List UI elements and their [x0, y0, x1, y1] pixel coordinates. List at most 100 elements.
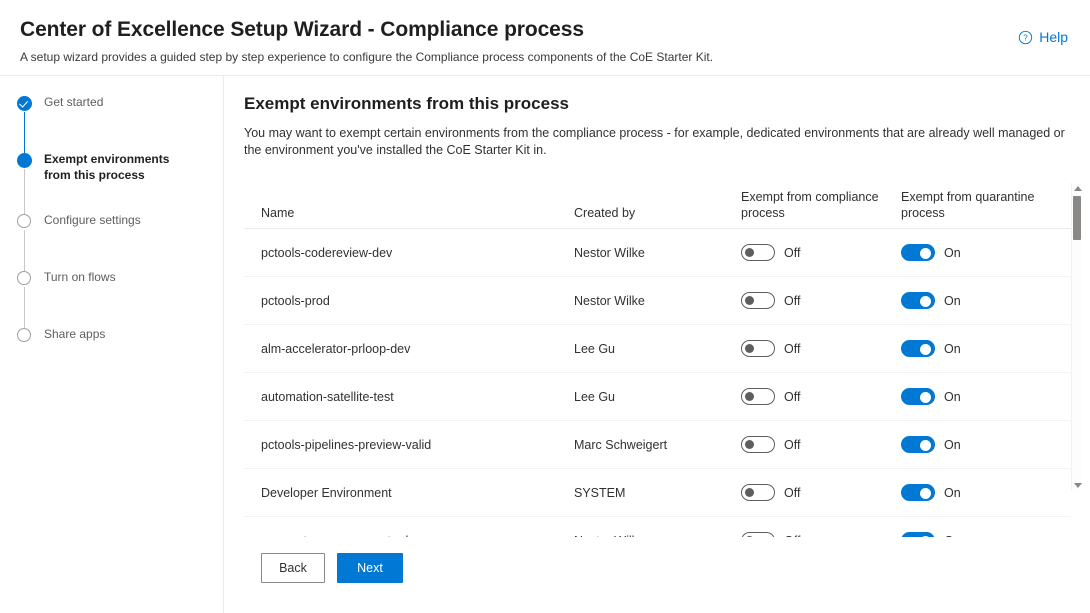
exempt-compliance-cell: Off: [741, 292, 901, 309]
stepper-item-share-apps[interactable]: Share apps: [0, 326, 223, 383]
table-body: pctools-codereview-dev Nestor Wilke Off On p…: [244, 229, 1071, 537]
toggle-knob: [745, 536, 754, 537]
toggle-switch-on[interactable]: [901, 340, 935, 357]
toggle-switch-off[interactable]: [741, 244, 775, 261]
stepper-item-configure-settings[interactable]: Configure settings: [0, 212, 223, 271]
step-marker-pending: [16, 270, 32, 286]
exempt-compliance-toggle[interactable]: Off: [741, 436, 901, 453]
step-marker-current: [16, 152, 32, 168]
column-header-exempt-quarantine: Exempt from quarantine process: [901, 190, 1035, 220]
stepper-item-exempt-environments[interactable]: Exempt environments from this process: [0, 151, 223, 214]
toggle-knob: [920, 343, 931, 355]
toggle-switch-off[interactable]: [741, 388, 775, 405]
back-button[interactable]: Back: [261, 553, 325, 583]
toggle-knob: [745, 392, 754, 401]
filled-circle-icon: [17, 153, 32, 168]
toggle-knob: [745, 488, 754, 497]
cell-created-by: Nestor Wilke: [574, 245, 645, 260]
exempt-compliance-cell: Off: [741, 340, 901, 357]
toggle-knob: [745, 296, 754, 305]
toggle-knob: [920, 391, 931, 403]
exempt-compliance-toggle[interactable]: Off: [741, 484, 901, 501]
cell-created-by: Lee Gu: [574, 389, 616, 404]
question-circle-icon: ?: [1018, 30, 1033, 45]
exempt-quarantine-toggle[interactable]: On: [901, 388, 1061, 405]
page-title: Center of Excellence Setup Wizard - Comp…: [20, 18, 584, 41]
toggle-switch-on[interactable]: [901, 292, 935, 309]
exempt-quarantine-state-label: On: [944, 341, 961, 356]
scrollbar-thumb[interactable]: [1073, 196, 1081, 240]
empty-circle-icon: [17, 214, 31, 228]
table-scrollbar[interactable]: [1071, 183, 1082, 491]
cell-created-by: Nestor Wilke: [574, 293, 645, 308]
table-row[interactable]: pctools-pipelines-preview-valid Marc Schw…: [244, 421, 1071, 469]
exempt-compliance-state-label: Off: [784, 341, 801, 356]
scroll-down-arrow-icon[interactable]: [1072, 480, 1083, 491]
exempt-quarantine-state-label: On: [944, 437, 961, 452]
exempt-quarantine-toggle[interactable]: On: [901, 436, 1061, 453]
table-row[interactable]: Developer Environment SYSTEM Off On: [244, 469, 1071, 517]
exempt-compliance-toggle[interactable]: Off: [741, 532, 901, 537]
help-link[interactable]: ? Help: [1018, 29, 1068, 45]
toggle-switch-on[interactable]: [901, 244, 935, 261]
exempt-compliance-toggle[interactable]: Off: [741, 244, 901, 261]
empty-circle-icon: [17, 328, 31, 342]
exempt-quarantine-state-label: On: [944, 534, 961, 538]
exempt-compliance-cell: Off: [741, 388, 901, 405]
exempt-quarantine-cell: On: [901, 292, 1061, 309]
stepper-item-label: Exempt environments from this process: [44, 152, 170, 182]
toggle-knob: [745, 344, 754, 353]
exempt-quarantine-toggle[interactable]: On: [901, 292, 1061, 309]
exempt-quarantine-state-label: On: [944, 293, 961, 308]
toggle-switch-off[interactable]: [741, 436, 775, 453]
main-content: Exempt environments from this process Yo…: [224, 76, 1090, 613]
stepper-item-get-started[interactable]: Get started: [0, 94, 223, 153]
empty-circle-icon: [17, 271, 31, 285]
stepper-item-label: Turn on flows: [44, 270, 116, 284]
exempt-quarantine-toggle[interactable]: On: [901, 484, 1061, 501]
cell-environment-name: pctools-codereview-dev: [261, 245, 393, 260]
table-row[interactable]: pctools-codereview-dev Nestor Wilke Off On: [244, 229, 1071, 277]
toggle-switch-off[interactable]: [741, 340, 775, 357]
toggle-switch-on[interactable]: [901, 388, 935, 405]
scroll-up-arrow-icon[interactable]: [1072, 183, 1083, 194]
exempt-compliance-toggle[interactable]: Off: [741, 388, 901, 405]
exempt-quarantine-cell: On: [901, 436, 1061, 453]
toggle-switch-off[interactable]: [741, 484, 775, 501]
toggle-switch-off[interactable]: [741, 532, 775, 537]
exempt-quarantine-toggle[interactable]: On: [901, 244, 1061, 261]
exempt-quarantine-state-label: On: [944, 389, 961, 404]
toggle-switch-on[interactable]: [901, 436, 935, 453]
table-row[interactable]: automation-satellite-test Lee Gu Off On: [244, 373, 1071, 421]
exempt-quarantine-cell: On: [901, 532, 1061, 537]
exempt-quarantine-toggle[interactable]: On: [901, 340, 1061, 357]
exempt-compliance-toggle[interactable]: Off: [741, 340, 901, 357]
toggle-switch-off[interactable]: [741, 292, 775, 309]
exempt-quarantine-toggle[interactable]: On: [901, 532, 1061, 537]
content-description: You may want to exempt certain environme…: [244, 126, 1065, 157]
step-marker-pending: [16, 327, 32, 343]
stepper-item-turn-on-flows[interactable]: Turn on flows: [0, 269, 223, 328]
step-connector: [23, 112, 25, 153]
toggle-knob: [920, 247, 931, 259]
cell-environment-name: pctools-pipelines-preview-valid: [261, 437, 432, 452]
table-row[interactable]: coe-nurture-components-devNestor Wilke Of…: [244, 517, 1071, 537]
table-row[interactable]: alm-accelerator-prloop-dev Lee Gu Off On: [244, 325, 1071, 373]
column-header-created-by: Created by: [574, 206, 636, 220]
next-button[interactable]: Next: [337, 553, 403, 583]
exempt-quarantine-state-label: On: [944, 245, 961, 260]
exempt-compliance-toggle[interactable]: Off: [741, 292, 901, 309]
exempt-compliance-state-label: Off: [784, 437, 801, 452]
cell-environment-name: automation-satellite-test: [261, 389, 394, 404]
toggle-switch-on[interactable]: [901, 532, 935, 537]
exempt-compliance-cell: Off: [741, 436, 901, 453]
toggle-knob: [920, 487, 931, 499]
table-row[interactable]: pctools-prod Nestor Wilke Off On: [244, 277, 1071, 325]
toggle-switch-on[interactable]: [901, 484, 935, 501]
toggle-knob: [745, 440, 754, 449]
exempt-compliance-state-label: Off: [784, 485, 801, 500]
cell-created-by: Marc Schweigert: [574, 437, 668, 452]
exempt-compliance-cell: Off: [741, 244, 901, 261]
environments-table: Name Created by Exempt from compliance p…: [244, 183, 1082, 537]
toggle-knob: [920, 439, 931, 451]
